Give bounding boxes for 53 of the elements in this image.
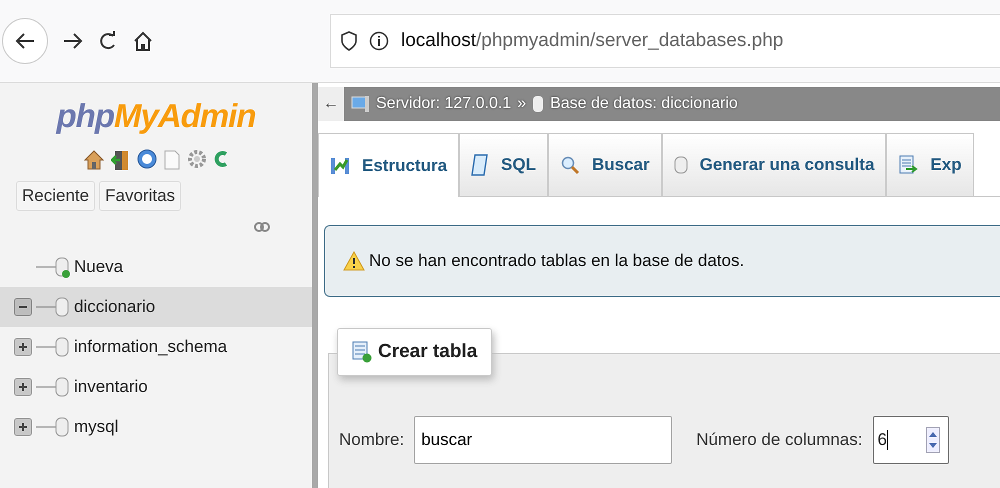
address-field[interactable]: localhost/phpmyadmin/server_databases.php (330, 14, 1000, 68)
help-icon[interactable] (137, 149, 157, 169)
tree-item[interactable]: mysql (0, 407, 312, 447)
database-icon (36, 296, 70, 318)
name-field[interactable]: buscar (414, 416, 672, 464)
sidebar-tab[interactable]: Reciente (16, 181, 96, 211)
app-logo: phpMyAdmin (54, 97, 256, 135)
expand-icon[interactable] (14, 418, 32, 436)
collapse-button[interactable]: ← (318, 87, 344, 121)
tab[interactable]: Generar una consulta (662, 133, 886, 196)
scroll-icon (471, 154, 490, 176)
home-icon[interactable] (132, 30, 154, 52)
warning-icon (343, 251, 365, 271)
breadcrumb-separator: » (517, 95, 526, 113)
sidebar-tab[interactable]: Favoritas (99, 181, 182, 211)
gear-icon[interactable] (187, 149, 207, 169)
table-add-icon (352, 341, 372, 363)
database-icon (36, 376, 70, 398)
computer-icon (350, 94, 370, 114)
tab[interactable]: Buscar (548, 133, 662, 196)
expand-icon[interactable] (14, 378, 32, 396)
tree-item[interactable]: information_schema (0, 327, 312, 367)
tab[interactable]: Exp (886, 133, 974, 196)
new-database-icon (36, 256, 70, 278)
expand-icon[interactable] (14, 338, 32, 356)
structure-icon (330, 156, 350, 176)
database-icon (532, 95, 544, 113)
database-icon (36, 416, 70, 438)
database-icon (674, 155, 688, 175)
legend-text: Crear tabla (378, 341, 478, 363)
database-link[interactable]: Base de datos: diccionario (550, 95, 738, 113)
link-icon[interactable] (254, 221, 270, 233)
door-icon[interactable] (111, 149, 131, 171)
database-icon (36, 336, 70, 358)
info-icon (369, 31, 389, 51)
table-arrow-icon (898, 155, 918, 175)
collapse-icon[interactable] (14, 298, 32, 316)
home-icon[interactable] (83, 149, 105, 171)
shield-icon (341, 31, 357, 51)
search-icon (560, 155, 580, 175)
spinner-icon[interactable] (926, 427, 940, 453)
notice-text: No se han encontrado tablas en la base de datos. (369, 251, 744, 271)
tab[interactable]: Estructura (318, 133, 460, 197)
back-button[interactable] (2, 18, 48, 64)
tab[interactable]: SQL (459, 133, 548, 196)
tree-item[interactable]: Nueva (0, 247, 312, 287)
tree-item[interactable]: diccionario (0, 287, 312, 327)
tree-item[interactable]: inventario (0, 367, 312, 407)
field-label: Nombre: (339, 430, 404, 450)
columns-field[interactable]: 6 (872, 416, 948, 464)
field-label: Número de columnas: (696, 430, 862, 450)
reload-icon[interactable] (98, 30, 118, 52)
server-link[interactable]: Servidor: 127.0.0.1 (376, 95, 512, 113)
